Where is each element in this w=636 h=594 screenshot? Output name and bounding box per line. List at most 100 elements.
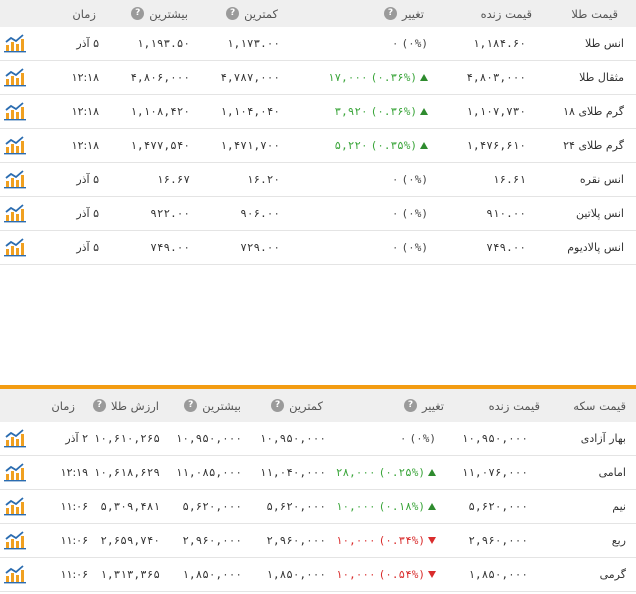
row-name[interactable]: بهار آزادی [581, 422, 626, 455]
row-live: ۱,۸۵۰,۰۰۰ [468, 568, 528, 581]
coin-price-table: قیمت سکه قیمت زنده تغییر ? کمترین ? بیشت… [0, 389, 636, 592]
row-live: ۵,۶۲۰,۰۰۰ [468, 500, 528, 513]
row-time: ۱۲:۱۸ [71, 139, 99, 152]
header-coin-name: قیمت سکه [573, 398, 626, 413]
chart-icon[interactable] [4, 135, 26, 155]
change-value: ۰ [391, 37, 399, 50]
table-row[interactable]: نیم ۵,۶۲۰,۰۰۰ ۱۰,۰۰۰ (۰.۱۸%) ۵,۶۲۰,۰۰۰ ۵,۶۲۰,… [0, 490, 636, 524]
change-percent: (۰%) [401, 173, 429, 186]
chart-icon[interactable] [4, 237, 26, 257]
chart-icon[interactable] [4, 203, 26, 223]
chart-icon[interactable] [4, 564, 26, 584]
row-change: ۱۰,۰۰۰ (۰.۱۸%) [336, 490, 436, 523]
row-live: ۱,۱۸۴.۶۰ [473, 37, 526, 50]
header-live-price: قیمت زنده [480, 6, 532, 21]
row-change: ۰ (۰%) [400, 422, 436, 455]
row-gold_value: ۱۰,۶۱۸,۶۲۹ [93, 466, 160, 479]
table-row[interactable]: انس نقره ۱۶.۶۱ ۰ (۰%) ۱۶.۲۰ ۱۶.۶۷ ۵ آذر [0, 163, 636, 197]
row-low: ۱,۸۵۰,۰۰۰ [266, 568, 326, 581]
row-name[interactable]: گرم طلای ۲۴ [563, 129, 624, 162]
table-row[interactable]: انس پالادیوم ۷۴۹.۰۰ ۰ (۰%) ۷۲۹.۰۰ ۷۴۹.۰۰ ۵ آذر [0, 231, 636, 265]
change-value: ۱۰,۰۰۰ [335, 568, 376, 581]
row-name[interactable]: گرم طلای ۱۸ [563, 95, 624, 128]
table-row[interactable]: انس طلا ۱,۱۸۴.۶۰ ۰ (۰%) ۱,۱۷۳.۰۰ ۱,۱۹۳.۵۰ ۵ آذ… [0, 27, 636, 61]
row-live: ۱۱,۰۷۶,۰۰۰ [461, 466, 528, 479]
row-high: ۹۲۲.۰۰ [150, 207, 190, 220]
table-row[interactable]: گرمی ۱,۸۵۰,۰۰۰ ۱۰,۰۰۰ (۰.۵۴%) ۱,۸۵۰,۰۰۰ ۱,۸۵۰… [0, 558, 636, 592]
gold-table-header: قیمت طلا قیمت زنده تغییر ? کمترین ? بیشت… [0, 0, 636, 27]
chart-icon[interactable] [4, 428, 26, 448]
row-live: ۱۰,۹۵۰,۰۰۰ [461, 432, 528, 445]
header-time: زمان [51, 398, 75, 413]
header-time: زمان [72, 6, 96, 21]
question-circle-icon[interactable]: ? [383, 7, 397, 20]
change-percent: (۰.۳۴%) [378, 534, 425, 547]
change-value: ۰ [391, 173, 399, 186]
row-live: ۹۱۰.۰۰ [486, 207, 526, 220]
chart-icon[interactable] [4, 67, 26, 87]
change-percent: (۰.۳۶%) [370, 105, 417, 118]
row-name[interactable]: امامی [599, 456, 626, 489]
row-live: ۲,۹۶۰,۰۰۰ [468, 534, 528, 547]
gold-price-table: قیمت طلا قیمت زنده تغییر ? کمترین ? بیشت… [0, 0, 636, 265]
row-high: ۱,۴۷۷,۵۴۰ [130, 139, 190, 152]
row-low: ۹۰۶.۰۰ [240, 207, 280, 220]
question-circle-icon[interactable]: ? [131, 7, 145, 20]
row-name[interactable]: انس پالادیوم [567, 231, 624, 264]
row-time: ۱۱:۰۶ [60, 568, 88, 581]
header-change-wrap: تغییر ? [403, 389, 444, 422]
row-low: ۱,۴۷۱,۷۰۰ [220, 139, 280, 152]
header-high: بیشترین [202, 398, 241, 413]
chart-icon[interactable] [4, 462, 26, 482]
header-low: کمترین [244, 6, 278, 21]
row-live: ۱,۱۰۷,۷۳۰ [466, 105, 526, 118]
row-low: ۵,۶۲۰,۰۰۰ [266, 500, 326, 513]
chart-icon[interactable] [4, 101, 26, 121]
table-row[interactable]: گرم طلای ۱۸ ۱,۱۰۷,۷۳۰ ۳,۹۲۰ (۰.۳۶%) ۱,۱۰۴,۰۴… [0, 95, 636, 129]
chart-icon[interactable] [4, 530, 26, 550]
change-percent: (۰.۲۵%) [378, 466, 425, 479]
change-value: ۰ [391, 241, 399, 254]
row-time: ۱۲:۱۸ [71, 71, 99, 84]
question-circle-icon[interactable]: ? [184, 399, 198, 412]
header-high: بیشترین [149, 6, 188, 21]
table-row[interactable]: مثقال طلا ۴,۸۰۳,۰۰۰ ۱۷,۰۰۰ (۰.۳۶%) ۴,۷۸۷,۰۰۰… [0, 61, 636, 95]
row-name[interactable]: انس طلا [585, 27, 624, 60]
table-row[interactable]: بهار آزادی ۱۰,۹۵۰,۰۰۰ ۰ (۰%) ۱۰,۹۵۰,۰۰۰ ۱۰,۹۵… [0, 422, 636, 456]
chart-icon[interactable] [4, 33, 26, 53]
change-percent: (۰.۵۴%) [378, 568, 425, 581]
change-value: ۱۰,۰۰۰ [335, 500, 376, 513]
table-row[interactable]: انس پلاتین ۹۱۰.۰۰ ۰ (۰%) ۹۰۶.۰۰ ۹۲۲.۰۰ ۵ آذر [0, 197, 636, 231]
table-row[interactable]: گرم طلای ۲۴ ۱,۴۷۶,۶۱۰ ۵,۲۲۰ (۰.۳۵%) ۱,۴۷۱,۷۰… [0, 129, 636, 163]
row-change: ۱۰,۰۰۰ (۰.۵۴%) [336, 558, 436, 591]
question-circle-icon[interactable]: ? [271, 399, 285, 412]
row-name[interactable]: ربع [612, 524, 626, 557]
row-name[interactable]: مثقال طلا [579, 61, 624, 94]
row-time: ۵ آذر [76, 37, 99, 50]
table-row[interactable]: امامی ۱۱,۰۷۶,۰۰۰ ۲۸,۰۰۰ (۰.۲۵%) ۱۱,۰۴۰,۰۰۰ ۱۱… [0, 456, 636, 490]
change-value: ۰ [399, 432, 407, 445]
row-name[interactable]: انس پلاتین [576, 197, 624, 230]
row-time: ۵ آذر [76, 241, 99, 254]
row-name[interactable]: انس نقره [580, 163, 624, 196]
header-low-wrap: کمترین ? [226, 0, 278, 27]
change-percent: (۰.۱۸%) [378, 500, 425, 513]
row-low: ۴,۷۸۷,۰۰۰ [220, 71, 280, 84]
change-percent: (۰.۳۶%) [370, 71, 417, 84]
header-low: کمترین [289, 398, 323, 413]
arrow-up-icon [420, 108, 428, 115]
arrow-up-icon [420, 74, 428, 81]
row-low: ۷۲۹.۰۰ [240, 241, 280, 254]
header-low-wrap: کمترین ? [271, 389, 323, 422]
table-row[interactable]: ربع ۲,۹۶۰,۰۰۰ ۱۰,۰۰۰ (۰.۳۴%) ۲,۹۶۰,۰۰۰ ۲,۹۶۰,… [0, 524, 636, 558]
question-circle-icon[interactable]: ? [403, 399, 417, 412]
question-circle-icon[interactable]: ? [226, 7, 240, 20]
arrow-up-icon [428, 469, 436, 476]
row-name[interactable]: نیم [612, 490, 626, 523]
chart-icon[interactable] [4, 169, 26, 189]
question-circle-icon[interactable]: ? [92, 399, 106, 412]
chart-icon[interactable] [4, 496, 26, 516]
row-high: ۲,۹۶۰,۰۰۰ [182, 534, 242, 547]
row-name[interactable]: گرمی [600, 558, 626, 591]
row-live: ۱۶.۶۱ [492, 173, 526, 186]
